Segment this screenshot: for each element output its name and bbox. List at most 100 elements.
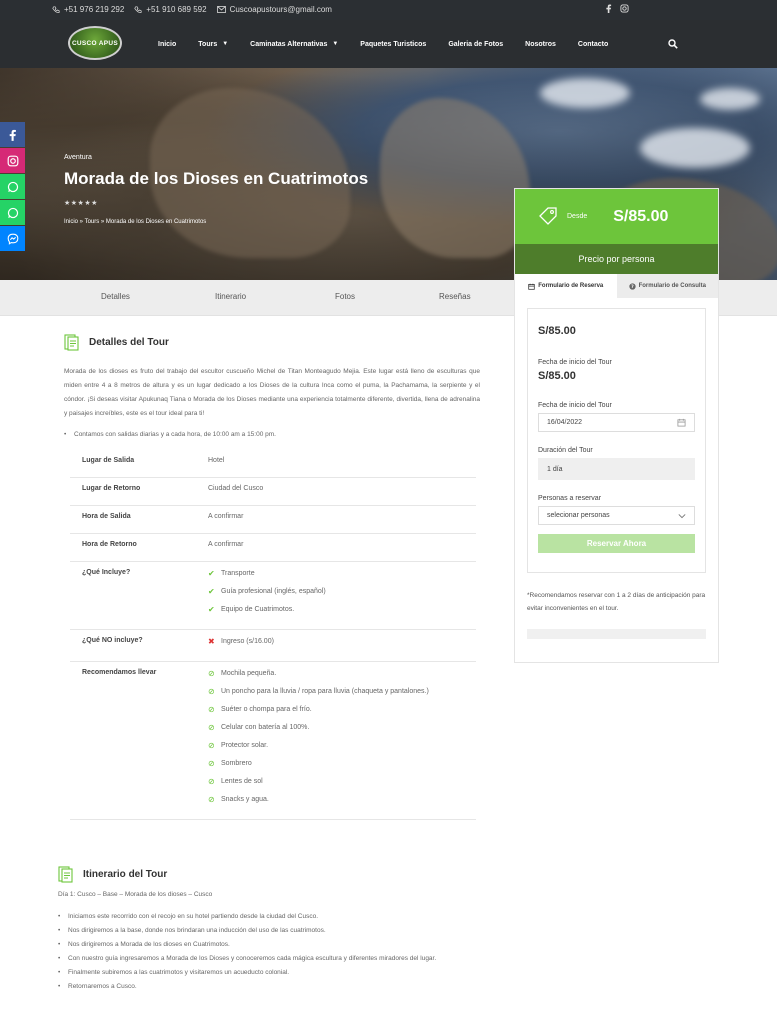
share-messenger[interactable] — [0, 226, 25, 251]
logo-text: CUSCO APUS — [71, 39, 119, 47]
incluye-list: ✔ Transporte ✔ Guía profesional (inglés, e… — [208, 569, 476, 623]
menu-item-tours[interactable]: Tours ▼ — [198, 41, 228, 48]
list-text: Equipo de Cuatrimotos. — [221, 606, 295, 613]
chevron-down-icon: ▼ — [332, 41, 339, 47]
itinerario-list: Iniciamos este recorrido con el recojo e… — [58, 910, 478, 994]
menu-item-contacto[interactable]: Contacto — [578, 41, 608, 48]
list-item: ⊘ Snacks y agua. — [208, 795, 476, 805]
list-item: Con nuestro guía ingresaremos a Morada d… — [58, 952, 478, 966]
question-circle-icon: ? — [628, 282, 636, 290]
phone-1-text: +51 976 219 292 — [64, 5, 125, 14]
tab-itinerario[interactable]: Itinerario — [215, 292, 246, 301]
chevron-down-icon: ▼ — [222, 41, 229, 47]
tab-resenas[interactable]: Reseñas — [439, 292, 471, 301]
share-instagram[interactable] — [0, 148, 25, 173]
llevar-list: ⊘ Mochila pequeña. ⊘ Un poncho para la llu… — [208, 669, 476, 813]
fecha-input-label: Fecha de inicio del Tour — [538, 402, 612, 409]
reservar-button[interactable]: Reservar Ahora — [538, 534, 695, 553]
menu-label: Caminatas Alternativas — [250, 40, 328, 48]
itinerario-heading: Itinerario del Tour — [58, 866, 478, 883]
side-social-bar — [0, 122, 25, 252]
duration-field: 1 día — [538, 458, 695, 480]
share-facebook[interactable] — [0, 122, 25, 147]
site-logo[interactable]: CUSCO APUS — [68, 26, 122, 60]
tab-fotos[interactable]: Fotos — [335, 292, 355, 301]
table-row-llevar: Recomendamos llevar ⊘ Mochila pequeña. ⊘ U… — [70, 662, 476, 820]
personas-select[interactable]: selecionar personas — [538, 506, 695, 525]
duracion-label: Duración del Tour — [538, 447, 593, 454]
list-item: ⊘ Mochila pequeña. — [208, 669, 476, 679]
facebook-icon — [9, 129, 16, 141]
check-circle-icon: ⊘ — [208, 777, 215, 786]
tour-category[interactable]: Aventura — [64, 154, 368, 161]
price-subtitle: Precio por persona — [515, 244, 718, 274]
duration-value: 1 día — [547, 465, 563, 473]
messenger-icon — [7, 233, 18, 245]
fecha-price: S/85.00 — [538, 370, 576, 382]
facebook-icon[interactable] — [605, 4, 612, 13]
search-icon[interactable] — [668, 39, 678, 49]
detalles-title: Detalles del Tour — [89, 337, 169, 348]
check-circle-icon: ⊘ — [208, 723, 215, 732]
whatsapp-icon — [7, 207, 18, 218]
list-text: Transporte — [221, 570, 255, 577]
menu-item-galeria[interactable]: Galeria de Fotos — [448, 41, 503, 48]
row-value: Ciudad del Cusco — [208, 485, 264, 492]
phone-icon — [134, 5, 142, 13]
phone-contact-1[interactable]: +51 976 219 292 — [52, 5, 124, 14]
menu-item-caminatas[interactable]: Caminatas Alternativas ▼ — [250, 41, 338, 48]
salidas-bullet: Contamos con salidas diarias y a cada ho… — [64, 431, 480, 438]
list-text: Snacks y agua. — [221, 796, 269, 803]
row-key: Recomendamos llevar — [82, 669, 157, 676]
row-key: Lugar de Retorno — [82, 485, 141, 492]
menu-item-nosotros[interactable]: Nosotros — [525, 41, 556, 48]
list-text: Guía profesional (inglés, español) — [221, 588, 326, 595]
check-circle-icon: ⊘ — [208, 669, 215, 678]
list-item: ⊘ Sombrero — [208, 759, 476, 769]
share-whatsapp-1[interactable] — [0, 174, 25, 199]
tab-detalles[interactable]: Detalles — [101, 292, 130, 301]
list-item: ✖ Ingreso (s/16.00) — [208, 637, 476, 647]
mail-icon — [216, 6, 226, 13]
tour-details: Detalles del Tour Morada de los dioses e… — [64, 334, 480, 820]
list-item: Nos dirigiremos a la base, donde nos bri… — [58, 924, 478, 938]
table-row: Hora de Retorno A confirmar — [70, 534, 476, 562]
chevron-down-icon — [678, 513, 686, 518]
list-item: ⊘ Celular con batería al 100%. — [208, 723, 476, 733]
phone-2-text: +51 910 689 592 — [146, 5, 207, 14]
calendar-icon — [677, 418, 686, 427]
menu-label: Paquetes Turisticos — [360, 40, 427, 48]
menu-item-inicio[interactable]: Inicio — [158, 41, 176, 48]
breadcrumb[interactable]: Inicio » Tours » Morada de los Dioses en… — [64, 219, 368, 225]
tour-info-table: Lugar de Salida Hotel Lugar de Retorno Ciu… — [70, 450, 476, 820]
price-tag-icon — [539, 206, 557, 225]
price-header: Desde S/85.00 — [515, 189, 718, 244]
check-icon: ✔ — [208, 605, 215, 614]
row-value: A confirmar — [208, 541, 244, 548]
tour-description: Morada de los dioses es fruto del trabaj… — [64, 368, 480, 417]
share-whatsapp-2[interactable] — [0, 200, 25, 225]
list-text: Sombrero — [221, 760, 252, 767]
check-circle-icon: ⊘ — [208, 795, 215, 804]
menu-item-paquetes[interactable]: Paquetes Turisticos — [360, 41, 426, 48]
phone-contact-2[interactable]: +51 910 689 592 — [134, 5, 207, 14]
table-row-no-incluye: ¿Qué NO incluye? ✖ Ingreso (s/16.00) — [70, 630, 476, 662]
list-text: Celular con batería al 100%. — [221, 724, 310, 731]
tab-formulario-reserva[interactable]: Formulario de Reserva — [515, 274, 617, 298]
tab-formulario-consulta[interactable]: ? Formulario de Consulta — [616, 274, 718, 298]
personas-label: Personas a reservar — [538, 495, 602, 502]
instagram-icon[interactable] — [620, 4, 629, 13]
booking-note: *Recomendamos reservar con 1 a 2 días de… — [527, 592, 706, 612]
itinerario-title: Itinerario del Tour — [83, 869, 168, 880]
list-item: ⊘ Lentes de sol — [208, 777, 476, 787]
svg-text:?: ? — [631, 284, 634, 290]
email-contact[interactable]: Cuscoapustours@gmail.com — [216, 5, 332, 14]
date-input[interactable]: 16/04/2022 — [538, 413, 695, 432]
list-item: Nos dirigiremos a Morada de los dioses e… — [58, 938, 478, 952]
itinerario-section: Itinerario del Tour Día 1: Cusco – Base … — [58, 866, 478, 994]
row-key: Hora de Salida — [82, 513, 131, 520]
booking-card: Desde S/85.00 Precio por persona Formula… — [514, 188, 719, 663]
list-item: ✔ Equipo de Cuatrimotos. — [208, 605, 476, 615]
list-item: Retornaremos a Cusco. — [58, 980, 478, 994]
menu-label: Inicio — [158, 40, 177, 48]
